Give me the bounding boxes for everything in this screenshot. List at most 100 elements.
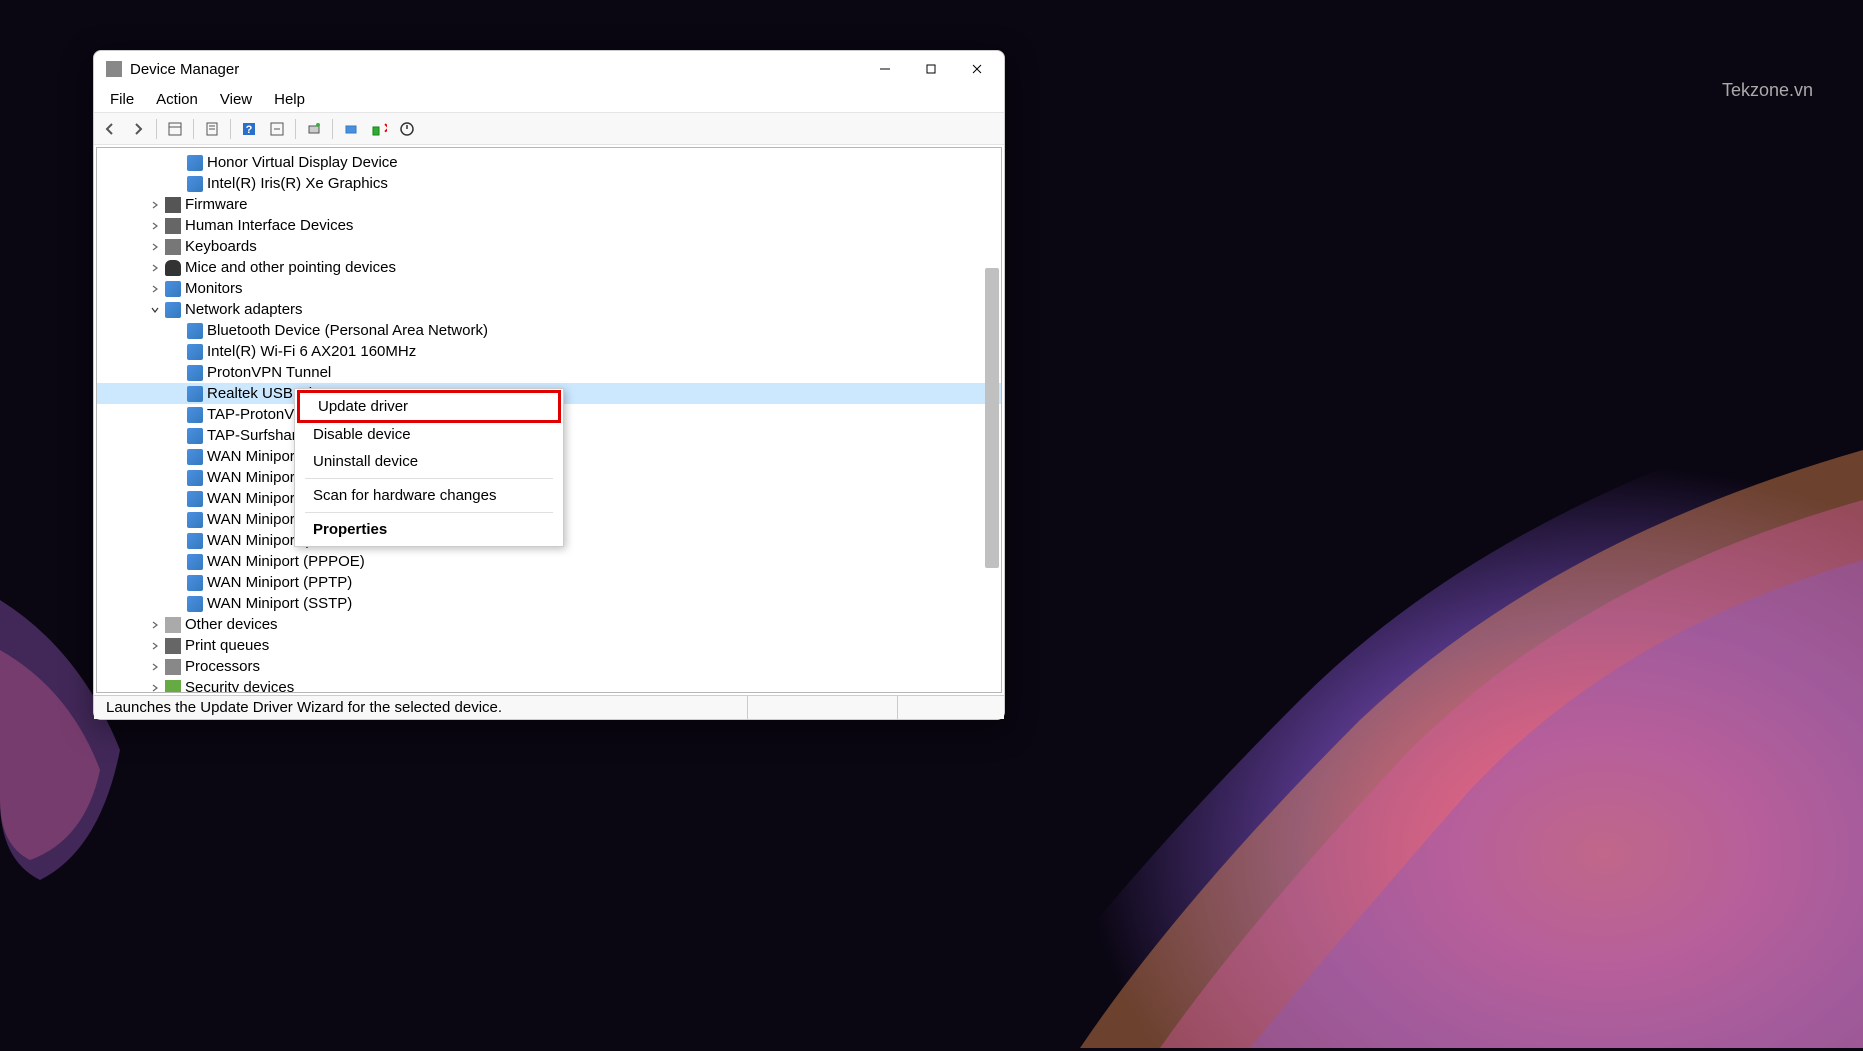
network-icon bbox=[187, 428, 203, 444]
toolbar-separator bbox=[295, 119, 296, 139]
toolbar-separator bbox=[230, 119, 231, 139]
chevron-right-icon[interactable] bbox=[149, 220, 161, 232]
chevron-right-icon[interactable] bbox=[149, 661, 161, 673]
toolbar-separator bbox=[193, 119, 194, 139]
maximize-button[interactable] bbox=[908, 53, 954, 85]
tree-node-label: Intel(R) Iris(R) Xe Graphics bbox=[207, 175, 388, 192]
svg-text:?: ? bbox=[246, 124, 253, 136]
tree-node[interactable]: WAN Miniport (PPTP) bbox=[97, 572, 1001, 593]
forward-button[interactable] bbox=[126, 117, 150, 141]
hid-icon bbox=[165, 218, 181, 234]
tree-node-label: WAN Miniport (SSTP) bbox=[207, 595, 352, 612]
disable-button[interactable] bbox=[395, 117, 419, 141]
tree-node-label: Other devices bbox=[185, 616, 278, 633]
watermark: Tekzone.vn bbox=[1722, 80, 1813, 101]
context-menu-item[interactable]: Uninstall device bbox=[295, 448, 563, 475]
network-icon bbox=[187, 470, 203, 486]
cpu-icon bbox=[165, 659, 181, 675]
print-icon bbox=[165, 638, 181, 654]
context-menu-item[interactable]: Update driver bbox=[297, 390, 561, 423]
app-icon bbox=[106, 61, 122, 77]
network-icon bbox=[187, 365, 203, 381]
minimize-button[interactable] bbox=[862, 53, 908, 85]
network-icon bbox=[187, 407, 203, 423]
chevron-right-icon bbox=[171, 430, 183, 442]
svg-text:✕: ✕ bbox=[383, 121, 387, 136]
tree-node-label: WAN Miniport (PPPOE) bbox=[207, 553, 365, 570]
status-text: Launches the Update Driver Wizard for th… bbox=[100, 696, 748, 719]
tree-node[interactable]: Processors bbox=[97, 656, 1001, 677]
show-hide-tree-button[interactable] bbox=[163, 117, 187, 141]
chevron-right-icon bbox=[171, 325, 183, 337]
toolbar-separator bbox=[156, 119, 157, 139]
menu-action[interactable]: Action bbox=[146, 89, 208, 110]
network-icon bbox=[187, 575, 203, 591]
tree-node[interactable]: WAN Miniport (SSTP) bbox=[97, 593, 1001, 614]
tree-node[interactable]: Mice and other pointing devices bbox=[97, 257, 1001, 278]
tree-node[interactable]: Print queues bbox=[97, 635, 1001, 656]
chevron-right-icon[interactable] bbox=[149, 640, 161, 652]
tree-node[interactable]: Monitors bbox=[97, 278, 1001, 299]
network-icon bbox=[187, 323, 203, 339]
tree-node[interactable]: Keyboards bbox=[97, 236, 1001, 257]
tree-node[interactable]: Intel(R) Iris(R) Xe Graphics bbox=[97, 173, 1001, 194]
context-menu-separator bbox=[305, 478, 553, 479]
window-title: Device Manager bbox=[130, 61, 239, 78]
monitor-icon bbox=[165, 281, 181, 297]
chevron-right-icon[interactable] bbox=[149, 199, 161, 211]
tree-node-label: Keyboards bbox=[185, 238, 257, 255]
tree-node-label: Processors bbox=[185, 658, 260, 675]
tree-node[interactable]: Firmware bbox=[97, 194, 1001, 215]
context-menu-item[interactable]: Disable device bbox=[295, 421, 563, 448]
chevron-right-icon bbox=[171, 598, 183, 610]
scrollbar[interactable] bbox=[985, 268, 999, 568]
context-menu-item[interactable]: Properties bbox=[295, 516, 563, 543]
tree-node-label: Mice and other pointing devices bbox=[185, 259, 396, 276]
tree-node[interactable]: Human Interface Devices bbox=[97, 215, 1001, 236]
tree-node[interactable]: Honor Virtual Display Device bbox=[97, 152, 1001, 173]
uninstall-button[interactable]: ✕ bbox=[367, 117, 391, 141]
back-button[interactable] bbox=[98, 117, 122, 141]
chevron-right-icon bbox=[171, 346, 183, 358]
tree-node-label: Print queues bbox=[185, 637, 269, 654]
chevron-right-icon[interactable] bbox=[149, 682, 161, 694]
chevron-right-icon bbox=[171, 367, 183, 379]
tree-node[interactable]: Security devices bbox=[97, 677, 1001, 693]
tree-node[interactable]: Intel(R) Wi-Fi 6 AX201 160MHz bbox=[97, 341, 1001, 362]
chevron-right-icon[interactable] bbox=[149, 619, 161, 631]
chevron-right-icon[interactable] bbox=[149, 241, 161, 253]
status-cell-3 bbox=[898, 696, 998, 719]
chevron-right-icon bbox=[171, 556, 183, 568]
close-button[interactable] bbox=[954, 53, 1000, 85]
tree-node-label: Intel(R) Wi-Fi 6 AX201 160MHz bbox=[207, 343, 416, 360]
chevron-right-icon bbox=[171, 388, 183, 400]
tree-node[interactable]: ProtonVPN Tunnel bbox=[97, 362, 1001, 383]
chevron-right-icon bbox=[171, 409, 183, 421]
tree-node[interactable]: Bluetooth Device (Personal Area Network) bbox=[97, 320, 1001, 341]
chevron-down-icon[interactable] bbox=[149, 304, 161, 316]
chevron-right-icon[interactable] bbox=[149, 262, 161, 274]
context-menu-item[interactable]: Scan for hardware changes bbox=[295, 482, 563, 509]
network-icon bbox=[187, 386, 203, 402]
network-icon bbox=[187, 596, 203, 612]
tree-node[interactable]: Other devices bbox=[97, 614, 1001, 635]
tree-node-label: Monitors bbox=[185, 280, 243, 297]
titlebar[interactable]: Device Manager bbox=[94, 51, 1004, 87]
chevron-right-icon[interactable] bbox=[149, 283, 161, 295]
properties-button[interactable] bbox=[200, 117, 224, 141]
tree-node[interactable]: Network adapters bbox=[97, 299, 1001, 320]
menu-file[interactable]: File bbox=[100, 89, 144, 110]
menu-help[interactable]: Help bbox=[264, 89, 315, 110]
scan-hardware-button[interactable] bbox=[302, 117, 326, 141]
tree-node[interactable]: WAN Miniport (PPPOE) bbox=[97, 551, 1001, 572]
action-button[interactable] bbox=[265, 117, 289, 141]
statusbar: Launches the Update Driver Wizard for th… bbox=[94, 695, 1004, 719]
device-manager-window: Device Manager File Action View Help ? ✕ bbox=[93, 50, 1005, 720]
tree-node-label: Security devices bbox=[185, 679, 294, 693]
network-icon bbox=[187, 533, 203, 549]
context-menu-separator bbox=[305, 512, 553, 513]
menu-view[interactable]: View bbox=[210, 89, 262, 110]
update-driver-button[interactable] bbox=[339, 117, 363, 141]
chevron-right-icon bbox=[171, 472, 183, 484]
help-button[interactable]: ? bbox=[237, 117, 261, 141]
